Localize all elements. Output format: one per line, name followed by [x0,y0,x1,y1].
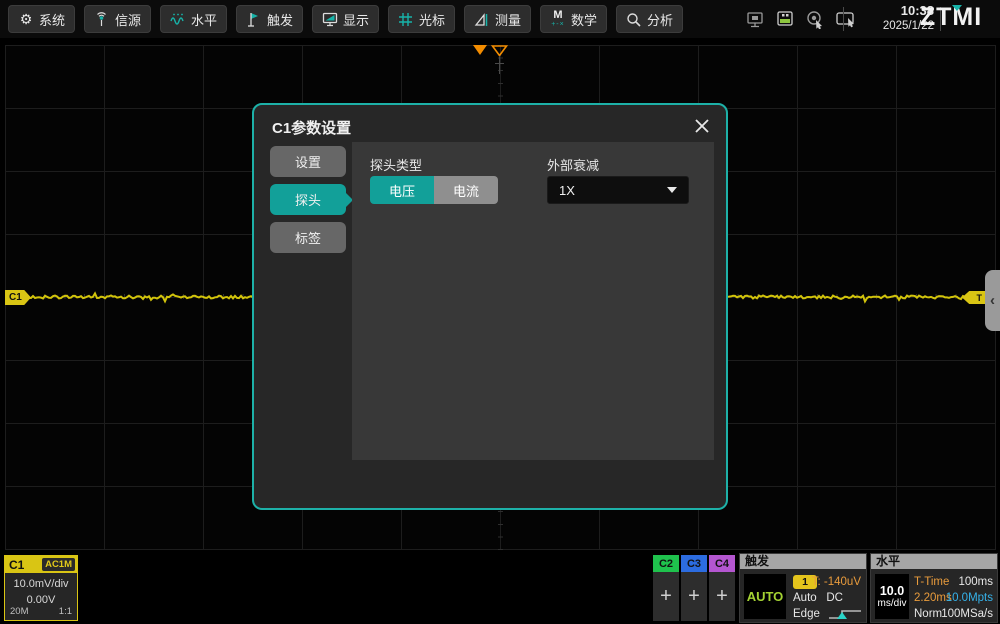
external-attenuation-select[interactable]: 1X [547,176,689,204]
horizontal-scale-value: 10.0 [880,584,904,598]
menu-label: 光标 [419,10,445,29]
analysis-search-icon [626,11,642,27]
channel2-box: C2 + [653,555,679,621]
channel4-box: C4 + [709,555,735,621]
probe-type-voltage-button[interactable]: 电压 [370,176,434,204]
trigger-type: Edge [793,608,820,620]
trigger-position-tick [495,63,504,64]
channel1-footer: 20M 1:1 [10,606,72,617]
selected-attenuation-value: 1X [559,183,575,198]
dialog-tab-list: 设置 探头 标签 [270,146,346,260]
channel1-bandwidth: 20M [10,606,28,617]
tab-settings[interactable]: 设置 [270,146,346,177]
c1-settings-dialog: C1参数设置 设置 探头 标签 探头类型 电压 电流 外部衰减 1X [252,103,728,510]
horizontal-delay-marker-icon[interactable] [473,45,487,55]
tab-label[interactable]: 标签 [270,222,346,253]
channel1-info-box[interactable]: C1 AC1M 10.0mV/div 0.00V 20M 1:1 [4,555,78,621]
channel1-values: 10.0mV/div 0.00V [5,573,77,609]
acquisition-mode: Norm [914,608,942,620]
trigger-mode: AUTO [744,574,786,619]
menu-label: 水平 [191,10,217,29]
channel1-header: C1 AC1M [5,556,77,573]
menu-label: 测量 [495,10,521,29]
top-toolbar: ⚙ 系统 信源 水平 触发 显示 [0,0,1000,38]
trigger-panel-title: 触发 [740,554,866,569]
add-channel2-button[interactable]: + [653,572,679,621]
oscilloscope-ui: ⚙ 系统 信源 水平 触发 显示 [0,0,1000,624]
menu-label: 显示 [343,10,369,29]
menu-label: 系统 [39,10,65,29]
trigger-flag-icon [246,11,262,27]
sample-rate: 100MSa/s [941,608,993,620]
channel1-scale: 10.0mV/div [5,577,77,593]
trigger-level: T: -140uV [812,576,861,588]
status-icon-tray [745,5,857,33]
channel3-name: C3 [681,555,707,572]
horizontal-panel[interactable]: 水平 10.0 ms/div T-Time 100ms 2.20ms 10.0M… [870,553,998,623]
measure-triangle-icon [474,11,490,27]
status-bar: C1 AC1M 10.0mV/div 0.00V 20M 1:1 C2 + C3… [0,552,1000,624]
side-panel-handle[interactable]: ‹ [985,270,1000,331]
memory-depth: 10.0Mpts [946,592,993,604]
menu-button-trigger[interactable]: 触发 [236,5,303,33]
lan-status-icon [745,9,765,29]
tab-probe[interactable]: 探头 [270,184,346,215]
logo-triangle-icon [952,5,962,11]
menu-button-measure[interactable]: 测量 [464,5,531,33]
menu-button-cursor[interactable]: 光标 [388,5,455,33]
toolbar-divider [843,7,844,31]
t-time-label: T-Time [914,576,949,588]
add-channel3-button[interactable]: + [681,572,707,621]
close-icon [694,118,710,134]
probe-type-label: 探头类型 [370,155,422,174]
dialog-content-panel: 探头类型 电压 电流 外部衰减 1X [352,142,714,460]
channel3-box: C3 + [681,555,707,621]
menu-button-horizontal[interactable]: 水平 [160,5,227,33]
channel1-probe-ratio: 1:1 [59,606,72,617]
horizontal-panel-title: 水平 [871,554,997,569]
t-time-value: 100ms [958,576,993,588]
math-icon: M +-× [550,11,566,27]
menu-button-system[interactable]: ⚙ 系统 [8,5,75,33]
dialog-title: C1参数设置 [272,117,351,138]
trigger-sweep: Auto [793,592,817,604]
chevron-left-icon: ‹ [990,292,995,309]
horizontal-scale-box: 10.0 ms/div [875,574,909,619]
channel2-name: C2 [653,555,679,572]
touch-status-icon [805,9,826,29]
gear-icon: ⚙ [18,11,34,27]
menu-button-analysis[interactable]: 分析 [616,5,683,33]
channel1-coupling-badge: AC1M [42,558,75,571]
channel1-name: C1 [9,558,24,572]
rising-edge-icon [828,607,862,621]
probe-type-current-button[interactable]: 电流 [434,176,498,204]
external-attenuation-label: 外部衰减 [547,155,599,174]
display-monitor-icon [322,11,338,27]
menu-button-math[interactable]: M +-× 数学 [540,5,607,33]
menu-label: 数学 [571,10,597,29]
trigger-position-line [499,56,500,74]
menu-button-source[interactable]: 信源 [84,5,151,33]
usb-status-icon [774,9,796,29]
horizontal-scale-unit: ms/div [878,598,907,610]
add-channel4-button[interactable]: + [709,572,735,621]
menu-button-display[interactable]: 显示 [312,5,379,33]
menu-label: 触发 [267,10,293,29]
close-button[interactable] [691,115,713,137]
brand-logo: ZTMI [905,3,997,32]
trigger-panel[interactable]: 触发 AUTO 1 Auto Edge T: -140uV DC [739,553,867,623]
cursor-grid-icon [398,11,414,27]
menu-label: 信源 [115,10,141,29]
source-antenna-icon [94,11,110,27]
menu-label: 分析 [647,10,673,29]
probe-type-toggle: 电压 电流 [370,176,498,204]
dropdown-arrow-icon [667,187,677,193]
channel4-name: C4 [709,555,735,572]
horizontal-wave-icon [170,11,186,27]
trigger-coupling: DC [826,592,843,604]
